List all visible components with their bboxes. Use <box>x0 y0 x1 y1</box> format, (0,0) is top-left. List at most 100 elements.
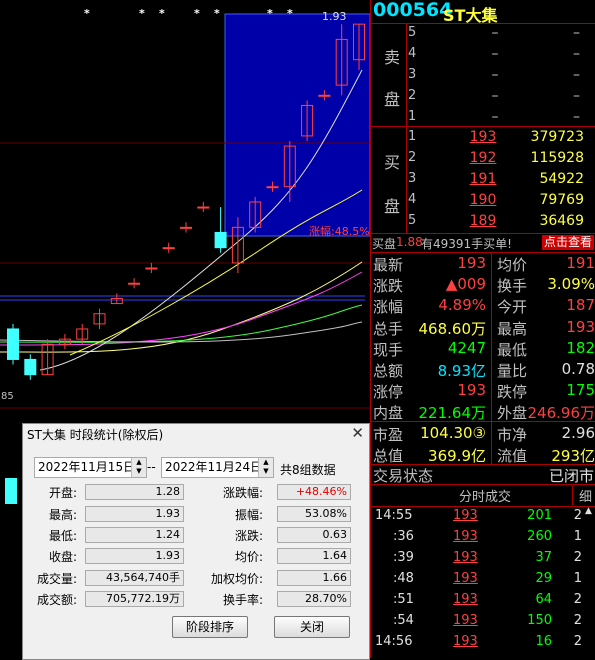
tick-count: 1 <box>574 529 582 544</box>
tick-price: 193 <box>453 634 478 649</box>
buy-level-1[interactable]: 1193379723 <box>407 129 595 150</box>
close-button[interactable]: 关闭 <box>274 616 350 638</box>
sort-period-button[interactable]: 阶段排序 <box>172 616 248 638</box>
view-details-button[interactable]: 点击查看 <box>542 235 594 250</box>
quote-label: 换手 <box>497 275 527 296</box>
level-number: 2 <box>408 88 416 103</box>
buy-level-2[interactable]: 2192115928 <box>407 150 595 171</box>
quote-value: 0.78 <box>562 360 595 381</box>
trade-status-value: 已闭市 <box>549 465 594 486</box>
field-value: 0.63 <box>277 527 351 543</box>
candle-body <box>163 248 174 249</box>
ticks-detail-button[interactable]: 细 <box>572 486 592 505</box>
level-number: 2 <box>408 150 416 165</box>
field-label: 收盘: <box>23 548 77 565</box>
buy-info-suffix: 有49391手买单! <box>421 235 512 252</box>
level-price: – <box>459 25 531 41</box>
quote-value: 193 <box>457 381 486 402</box>
quote-label: 流值 <box>497 445 527 466</box>
selection-box <box>225 14 370 236</box>
candle-body <box>8 329 19 359</box>
level-volume: – <box>573 88 580 104</box>
tick-volume: 201 <box>527 508 552 523</box>
sell-level-3[interactable]: 3–– <box>407 67 595 88</box>
tick-time: :39 <box>393 550 414 565</box>
quote-label: 涨停 <box>373 381 403 402</box>
tick-price: 193 <box>453 529 478 544</box>
sell-orderbook: 卖 盘 5––4––3––2––1–– <box>371 24 595 126</box>
level-number: 1 <box>408 129 416 144</box>
tick-row: :361932601 <box>371 529 595 550</box>
level-volume: – <box>573 67 580 83</box>
sell-level-4[interactable]: 4–– <box>407 46 595 67</box>
field-label: 最高: <box>23 506 77 523</box>
tick-price: 193 <box>453 592 478 607</box>
level-price: – <box>459 67 531 83</box>
quote-value: 8.93亿 <box>438 360 486 381</box>
tick-price: 193 <box>453 508 478 523</box>
tick-row: 14:551932012 <box>371 508 595 529</box>
tick-time: :54 <box>393 613 414 628</box>
start-date-value: 2022年11月15日 <box>38 460 135 474</box>
quote-label: 最新 <box>373 254 403 275</box>
buy-level-4[interactable]: 419079769 <box>407 192 595 213</box>
field-value: 1.93 <box>85 548 184 564</box>
end-date-picker[interactable]: 2022年11月24日 ▲▼ <box>161 457 274 478</box>
level-price: – <box>459 109 531 125</box>
start-date-picker[interactable]: 2022年11月15日 ▲▼ <box>34 457 147 478</box>
tick-count: 2 <box>574 508 582 523</box>
quote-label: 最高 <box>497 318 527 339</box>
end-date-value: 2022年11月24日 <box>165 460 262 474</box>
ticks-header: 分时成交 细 <box>371 484 595 507</box>
tick-count: 2 <box>574 613 582 628</box>
field-label: 成交量: <box>23 570 77 587</box>
scroll-up-arrow[interactable]: ▲ <box>585 506 595 516</box>
level-number: 5 <box>408 213 416 228</box>
field-label: 最低: <box>23 527 77 544</box>
tick-count: 1 <box>574 571 582 586</box>
end-date-spinner[interactable]: ▲▼ <box>258 458 273 477</box>
close-icon[interactable]: ✕ <box>351 424 364 442</box>
field-value: 1.66 <box>277 570 351 586</box>
sell-level-2[interactable]: 2 – – <box>407 88 595 109</box>
quote-value: 369.9亿 <box>428 445 486 466</box>
level-price: – <box>459 88 531 104</box>
quote-label: 今开 <box>497 296 527 317</box>
level-number: 5 <box>408 25 416 40</box>
candle-body <box>25 359 36 374</box>
tick-time: :36 <box>393 529 414 544</box>
buy-info-price: 1.88 <box>396 235 423 249</box>
buy-level-3[interactable]: 319154922 <box>407 171 595 192</box>
candle-body <box>146 268 157 269</box>
buy-orderbook: 买 盘 119337972321921159283191549224190797… <box>371 127 595 233</box>
quote-value: 3.09% <box>547 275 595 296</box>
field-label: 振幅: <box>193 506 263 523</box>
field-label: 加权均价: <box>193 570 263 587</box>
level-price: 191 <box>447 171 519 187</box>
buy-level-5[interactable]: 5 189 36469 <box>407 213 595 234</box>
level-volume: – <box>573 46 580 62</box>
level-volume: – <box>573 109 580 125</box>
marker-star: * <box>159 7 165 20</box>
tick-row: :51193642 <box>371 592 595 613</box>
quote-label: 涨跌 <box>373 275 403 296</box>
level-price: 189 <box>447 213 519 229</box>
tick-volume: 16 <box>535 634 552 649</box>
stock-code: 000564 <box>373 0 452 21</box>
level-volume: 115928 <box>531 150 584 166</box>
tick-row: 14:56193162 <box>371 634 595 655</box>
tick-time: :51 <box>393 592 414 607</box>
tick-volume: 29 <box>535 571 552 586</box>
candle-body <box>267 187 278 188</box>
sell-level-5[interactable]: 5–– <box>407 25 595 46</box>
field-value: 43,564,740手 <box>85 570 184 586</box>
period-stats-dialog: ST大集 时段统计(除权后) ✕ 2022年11月15日 ▲▼ -- 2022年… <box>22 423 370 660</box>
quote-label: 涨幅 <box>373 296 403 317</box>
quote-label: 量比 <box>497 360 527 381</box>
axis-low-label: 85 <box>1 391 14 402</box>
quote-value: 4.89% <box>438 296 486 317</box>
level-volume: 36469 <box>539 213 584 229</box>
start-date-spinner[interactable]: ▲▼ <box>131 458 146 477</box>
quote-value: ▲009 <box>446 275 486 296</box>
ma-line-white <box>0 322 362 342</box>
